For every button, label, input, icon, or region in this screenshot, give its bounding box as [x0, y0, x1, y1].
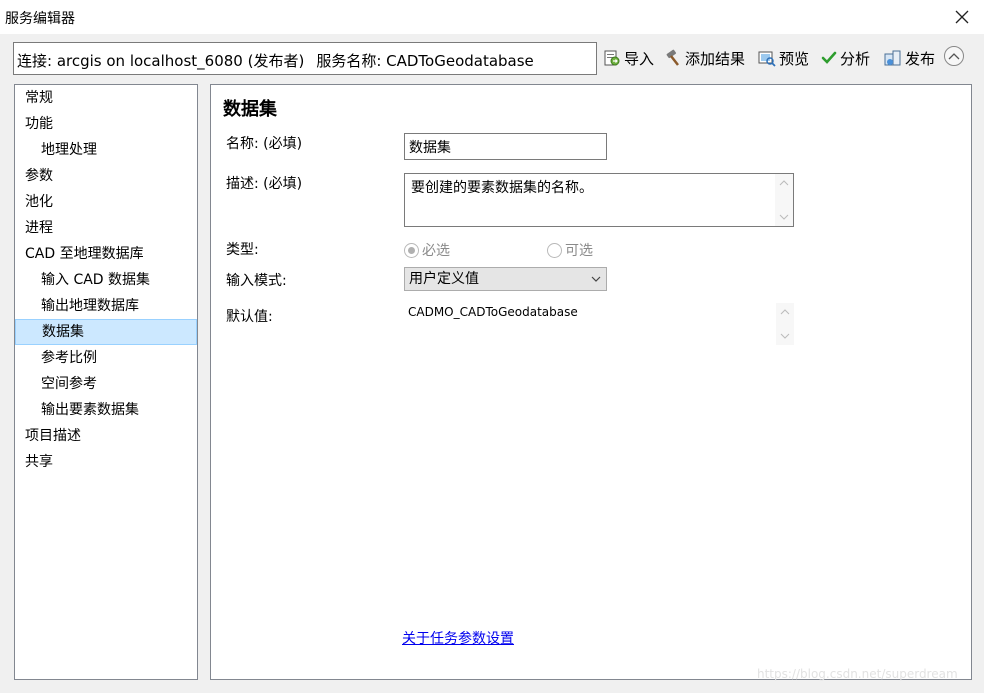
- default-value-scrollbar[interactable]: [776, 303, 794, 345]
- import-button[interactable]: 导入: [603, 46, 654, 70]
- sidebar-item[interactable]: 项目描述: [15, 423, 197, 449]
- main-panel: 数据集 名称: (必填) 描述: (必填) 要创建的要素数据集的名称。 类型: …: [210, 84, 972, 680]
- sidebar-item[interactable]: 参考比例: [15, 345, 197, 371]
- scroll-down-icon: [780, 333, 790, 339]
- type-optional-radio[interactable]: 可选: [547, 240, 593, 260]
- sidebar-item[interactable]: 输出要素数据集: [15, 397, 197, 423]
- close-button[interactable]: [950, 4, 976, 30]
- publish-icon: [884, 50, 901, 66]
- type-label: 类型:: [226, 242, 259, 258]
- input-mode-value: 用户定义值: [409, 271, 479, 287]
- sidebar-item[interactable]: 进程: [15, 215, 197, 241]
- sidebar-nav: 常规 功能 地理处理 参数 池化 进程 CAD 至地理数据库 输入 CAD 数据集 输出地理数据…: [14, 84, 198, 680]
- scroll-up-icon: [779, 180, 789, 186]
- import-label: 导入: [624, 49, 655, 68]
- radio-unselected-icon: [547, 242, 562, 258]
- window-title: 服务编辑器: [5, 11, 75, 27]
- publish-button[interactable]: 发布: [884, 46, 935, 70]
- sidebar-item[interactable]: 数据集: [15, 319, 197, 345]
- type-optional-label: 可选: [565, 243, 593, 259]
- name-field[interactable]: [404, 133, 607, 160]
- connection-info: 连接: arcgis on localhost_6080 (发布者) 服务名称: …: [13, 42, 597, 75]
- top-toolbar: 连接: arcgis on localhost_6080 (发布者) 服务名称: …: [0, 34, 984, 82]
- preview-label: 预览: [779, 49, 810, 68]
- sidebar-item[interactable]: 地理处理: [15, 137, 197, 163]
- preview-icon: [758, 51, 776, 67]
- description-text: 要创建的要素数据集的名称。: [411, 180, 593, 196]
- analyze-label: 分析: [840, 49, 871, 68]
- description-label: 描述: (必填): [226, 176, 303, 192]
- type-required-label: 必选: [422, 243, 450, 259]
- watermark: https://blog.csdn.net/superdream: [757, 667, 958, 681]
- default-value-label: 默认值:: [226, 309, 273, 325]
- sidebar-item[interactable]: 池化: [15, 189, 197, 215]
- connection-label: 连接: arcgis on localhost_6080 (发布者): [17, 52, 305, 70]
- chevron-down-icon: [591, 276, 601, 282]
- sidebar-item[interactable]: CAD 至地理数据库: [15, 241, 197, 267]
- sidebar-item[interactable]: 共享: [15, 449, 197, 475]
- chevron-up-icon: [948, 53, 960, 60]
- default-value-field[interactable]: CADMO_CADToGeodatabase: [408, 305, 578, 319]
- analyze-button[interactable]: 分析: [821, 46, 870, 70]
- sidebar-item[interactable]: 常规: [15, 85, 197, 111]
- import-icon: [604, 50, 620, 66]
- input-mode-label: 输入模式:: [226, 273, 287, 289]
- preview-button[interactable]: 预览: [758, 46, 809, 70]
- sidebar-item[interactable]: 输出地理数据库: [15, 293, 197, 319]
- task-parameter-help-link[interactable]: 关于任务参数设置: [402, 628, 514, 648]
- sidebar-item[interactable]: 输入 CAD 数据集: [15, 267, 197, 293]
- description-scrollbar[interactable]: [775, 174, 793, 226]
- collapse-button[interactable]: [944, 46, 964, 66]
- hammer-icon: [666, 49, 679, 66]
- scroll-up-icon: [780, 309, 790, 315]
- name-label: 名称: (必填): [226, 136, 303, 152]
- input-mode-select[interactable]: 用户定义值: [404, 267, 607, 291]
- add-result-label: 添加结果: [685, 49, 746, 68]
- page-title: 数据集: [223, 99, 277, 120]
- scroll-down-icon: [779, 214, 789, 220]
- add-result-button[interactable]: 添加结果: [664, 46, 745, 70]
- type-required-radio[interactable]: 必选: [404, 240, 450, 260]
- service-name-label: 服务名称: CADToGeodatabase: [316, 52, 534, 70]
- sidebar-item[interactable]: 功能: [15, 111, 197, 137]
- sidebar-item[interactable]: 参数: [15, 163, 197, 189]
- description-field[interactable]: 要创建的要素数据集的名称。: [404, 173, 794, 227]
- radio-selected-icon: [404, 242, 419, 258]
- service-editor-window: 服务编辑器 连接: arcgis on localhost_6080 (发布者)…: [0, 0, 984, 693]
- publish-label: 发布: [905, 49, 936, 68]
- title-bar: 服务编辑器: [0, 0, 984, 34]
- checkmark-icon: [821, 51, 837, 64]
- sidebar-item[interactable]: 空间参考: [15, 371, 197, 397]
- close-icon: [955, 10, 969, 24]
